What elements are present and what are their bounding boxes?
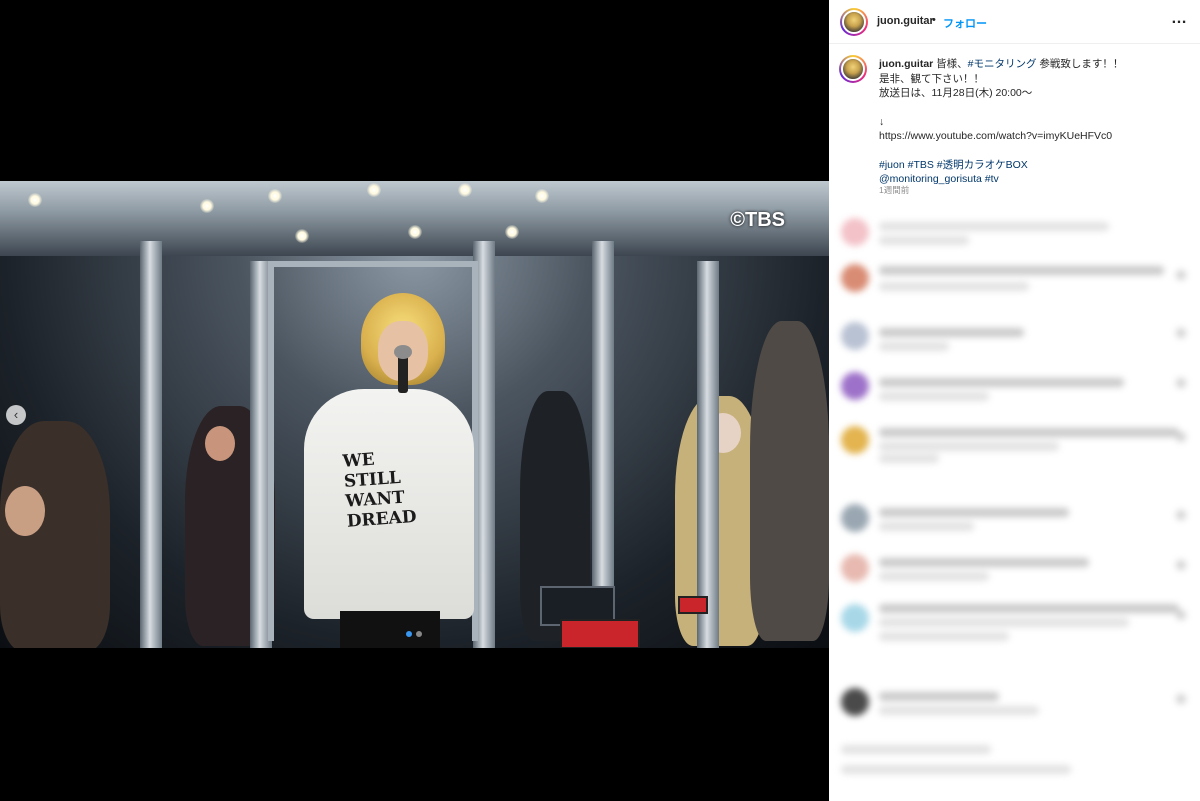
carousel-indicator [406, 631, 422, 637]
post-header: juon.guitar • フォロー … [829, 0, 1200, 44]
microphone-icon [398, 353, 408, 393]
ceiling-light [367, 183, 381, 197]
crowd-left [0, 421, 110, 648]
post-photo[interactable]: WE STILL WANT DREAD ©TBS [0, 181, 829, 648]
header-separator: • [932, 14, 936, 26]
ceiling-light [200, 199, 214, 213]
user-avatar[interactable] [840, 8, 868, 36]
post-time-ago[interactable]: 1週間前 [879, 184, 909, 196]
sweatshirt-print: WE STILL WANT DREAD [341, 449, 418, 532]
youtube-link[interactable]: https://www.youtube.com/watch?v=imyKUeHF… [879, 129, 1189, 144]
hashtags-line-1[interactable]: #juon #TBS #透明カラオケBOX [879, 158, 1189, 173]
ceiling-light [458, 183, 472, 197]
ceiling-light [505, 225, 519, 239]
booth-ceiling [0, 181, 829, 256]
ceiling-light [268, 189, 282, 203]
carousel-dot-active [406, 631, 412, 637]
singer-legs [340, 611, 440, 648]
comment-row [829, 735, 1200, 779]
previous-image-button[interactable]: ‹ [6, 405, 26, 425]
hashtags-line-2[interactable]: @monitoring_gorisuta #tv [879, 172, 1189, 187]
post-caption: juon.guitar 皆様、#モニタリング 参戦致します！！ 是非、観て下さい… [879, 57, 1189, 187]
comment-row [829, 364, 1200, 408]
comment-row [829, 596, 1200, 641]
ceiling-light [535, 189, 549, 203]
caption-line-2: 是非、観て下さい！！ [879, 72, 984, 85]
follow-button[interactable]: フォロー [943, 15, 987, 31]
caption-username[interactable]: juon.guitar [879, 58, 933, 70]
karaoke-remote [678, 596, 708, 614]
hashtag-link[interactable]: #モニタリング [968, 58, 1037, 70]
booth-pillar [140, 241, 162, 648]
crowd-face [205, 426, 235, 461]
karaoke-remote [560, 619, 640, 648]
comment-row [829, 418, 1200, 463]
caption-avatar[interactable] [839, 55, 867, 83]
comment-row [829, 496, 1200, 540]
caption-line-3: 放送日は、11月28日(木) 20:00〜 [879, 87, 1033, 99]
blurred-comments-list [829, 210, 1200, 801]
ceiling-light [28, 193, 42, 207]
comment-row [829, 680, 1200, 724]
comment-row [829, 546, 1200, 590]
post-media[interactable]: WE STILL WANT DREAD ©TBS ‹ [0, 0, 829, 801]
caption-line-4: ↓ [879, 115, 885, 128]
microphone-head [394, 345, 412, 359]
ceiling-light [295, 229, 309, 243]
post-side-panel: juon.guitar • フォロー … juon.guitar 皆様、#モニタ… [829, 0, 1200, 801]
header-username[interactable]: juon.guitar [877, 15, 934, 27]
tbs-watermark: ©TBS [730, 209, 785, 231]
comment-row [829, 210, 1200, 254]
crowd-far-right [750, 321, 829, 641]
more-options-icon[interactable]: … [1171, 10, 1188, 28]
caption-text: 参戦致します！！ [1036, 58, 1124, 70]
ceiling-light [408, 225, 422, 239]
comment-row [829, 314, 1200, 358]
caption-section: juon.guitar 皆様、#モニタリング 参戦致します！！ 是非、観て下さい… [829, 45, 1200, 205]
caption-line-1: juon.guitar 皆様、#モニタリング 参戦致します！！ [879, 57, 1189, 72]
comment-row [829, 256, 1200, 300]
booth-pillar [697, 261, 719, 648]
carousel-dot [416, 631, 422, 637]
caption-text: 皆様、 [933, 58, 968, 70]
crowd-face [5, 486, 45, 536]
